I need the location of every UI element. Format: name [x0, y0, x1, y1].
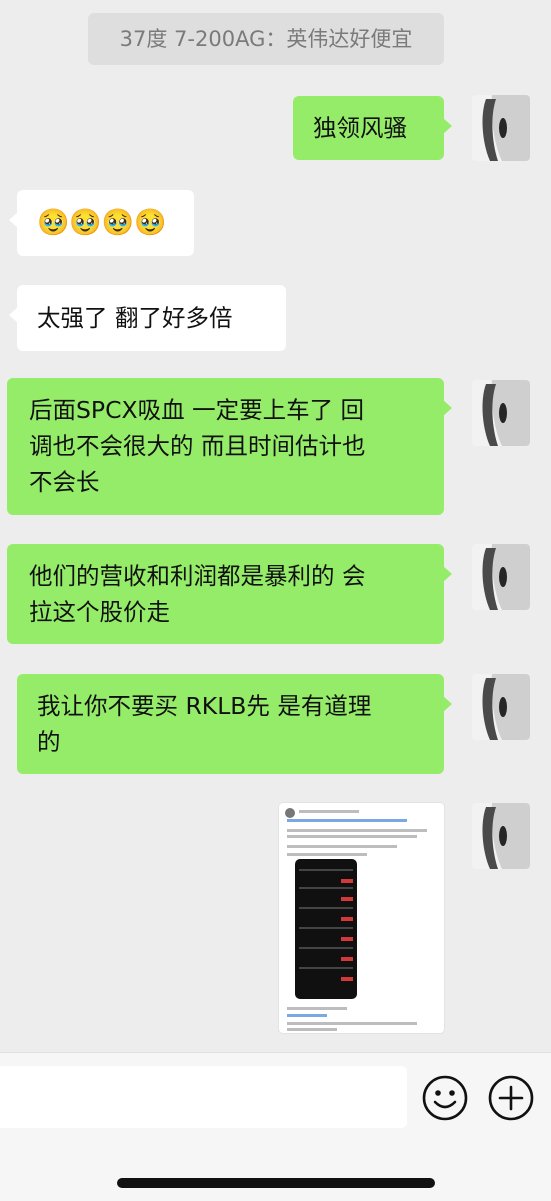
screenshot-text	[287, 1028, 337, 1031]
screenshot-text	[287, 853, 367, 856]
avatar[interactable]	[472, 380, 530, 446]
message-bubble-incoming[interactable]: 🥹🥹🥹🥹	[9, 190, 194, 256]
message-text-line: 不会长	[29, 468, 100, 496]
screenshot-text	[287, 819, 407, 822]
screenshot-text	[287, 1022, 417, 1025]
message-bubble-outgoing[interactable]: 我让你不要买 RKLB先 是有道理 的	[17, 674, 452, 774]
plus-circle-icon[interactable]	[487, 1074, 535, 1122]
message-bubble-outgoing[interactable]: 他们的营收和利润都是暴利的 会 拉这个股价走	[7, 544, 452, 644]
screenshot-text	[287, 845, 397, 848]
system-notice: 37度 7-200AG：英伟达好便宜	[88, 13, 444, 65]
emoji-message: 🥹🥹🥹🥹	[37, 208, 167, 238]
avatar[interactable]	[472, 95, 530, 161]
screenshot-text	[287, 835, 417, 838]
message-text-line: 他们的营收和利润都是暴利的 会	[29, 562, 366, 590]
avatar[interactable]	[472, 803, 530, 869]
screenshot-text	[299, 810, 359, 813]
screenshot-avatar	[285, 808, 295, 818]
screenshot-text	[287, 829, 427, 832]
image-message-screenshot[interactable]	[279, 803, 444, 1033]
message-input[interactable]	[0, 1066, 407, 1128]
avatar[interactable]	[472, 544, 530, 610]
message-text-line: 我让你不要买 RKLB先 是有道理	[37, 692, 372, 720]
avatar[interactable]	[472, 674, 530, 740]
message-text: 太强了 翻了好多倍	[37, 304, 233, 332]
screenshot-text	[287, 1007, 347, 1010]
message-bubble-outgoing[interactable]: 独领风骚	[293, 96, 452, 160]
smiley-face-icon[interactable]	[421, 1074, 469, 1122]
message-text: 独领风骚	[313, 114, 407, 142]
screenshot-stock-list	[295, 859, 357, 999]
message-bubble-outgoing[interactable]: 后面SPCX吸血 一定要上车了 回 调也不会很大的 而且时间估计也 不会长	[7, 378, 452, 515]
screenshot-text	[287, 1014, 327, 1017]
message-text-line: 拉这个股价走	[29, 598, 170, 626]
message-text-line: 的	[37, 728, 61, 756]
message-text-line: 调也不会很大的 而且时间估计也	[29, 432, 366, 460]
message-bubble-incoming[interactable]: 太强了 翻了好多倍	[9, 285, 286, 351]
home-indicator	[117, 1178, 435, 1188]
message-text-line: 后面SPCX吸血 一定要上车了 回	[29, 396, 365, 424]
